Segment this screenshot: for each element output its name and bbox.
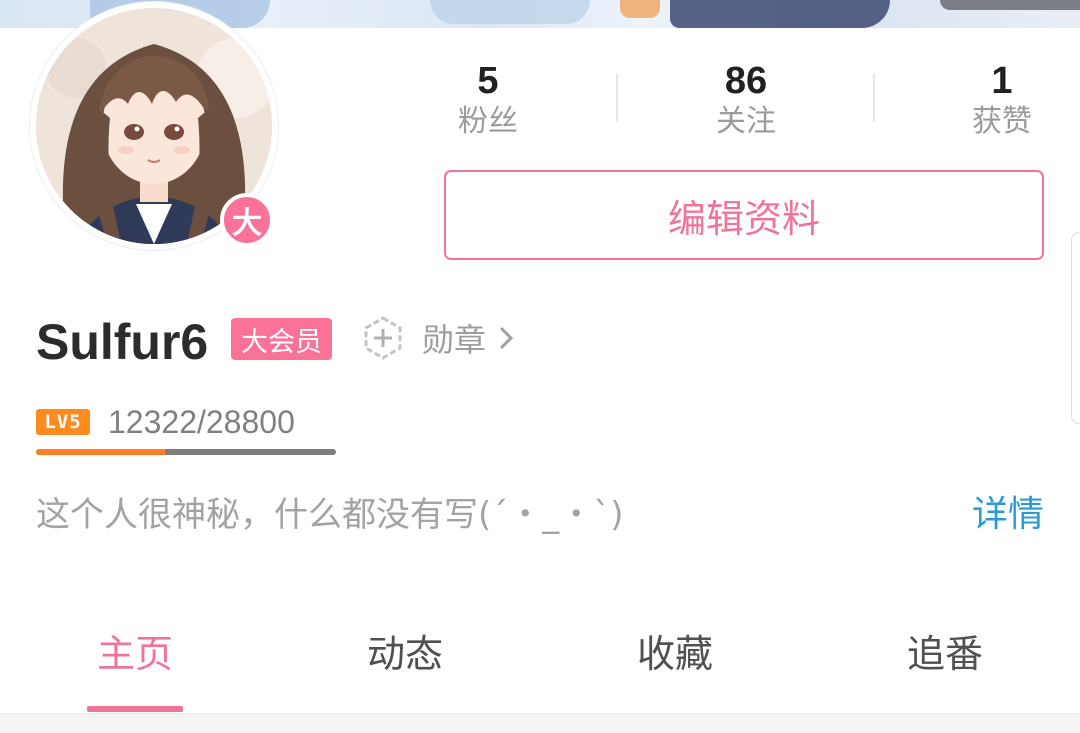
medal-icon	[364, 316, 402, 360]
experience-bar-fill	[36, 449, 165, 455]
tab-favorites[interactable]: 收藏	[540, 612, 810, 696]
stat-divider	[873, 74, 875, 122]
vip-avatar-badge: 大	[220, 193, 274, 247]
stat-divider	[616, 74, 618, 122]
tab-dynamics[interactable]: 动态	[270, 612, 540, 696]
bio-text: 这个人很神秘，什么都没有写(´・_・`)	[36, 495, 624, 535]
edit-profile-button[interactable]: 编辑资料	[444, 170, 1044, 260]
chevron-right-icon	[499, 326, 514, 350]
username: Sulfur6	[36, 314, 209, 370]
tab-bangumi[interactable]: 追番	[810, 612, 1080, 696]
stat-likes-value: 1	[991, 60, 1013, 102]
stat-likes-label: 获赞	[972, 104, 1032, 139]
side-handle[interactable]	[1071, 232, 1080, 424]
stat-followers-value: 5	[477, 60, 499, 102]
tab-home[interactable]: 主页	[0, 612, 270, 696]
profile-tabs: 主页 动态 收藏 追番	[0, 612, 1080, 712]
stat-followers-label: 粉丝	[458, 104, 518, 139]
stat-followers[interactable]: 5 粉丝	[398, 58, 578, 142]
stat-likes[interactable]: 1 获赞	[912, 58, 1080, 142]
medal-link[interactable]: 勋章	[360, 314, 516, 362]
experience-text: 12322/28800	[108, 404, 295, 440]
experience-bar	[36, 449, 336, 455]
medal-label: 勋章	[422, 321, 487, 359]
stat-following-label: 关注	[716, 104, 776, 139]
stat-following[interactable]: 86 关注	[656, 58, 836, 142]
detail-link[interactable]: 详情	[972, 490, 1044, 540]
vip-tag[interactable]: 大会员	[231, 318, 332, 360]
stat-following-value: 86	[724, 60, 768, 102]
level-badge: LV5	[36, 409, 90, 435]
active-tab-indicator	[87, 706, 183, 712]
tabs-divider	[0, 713, 1080, 733]
